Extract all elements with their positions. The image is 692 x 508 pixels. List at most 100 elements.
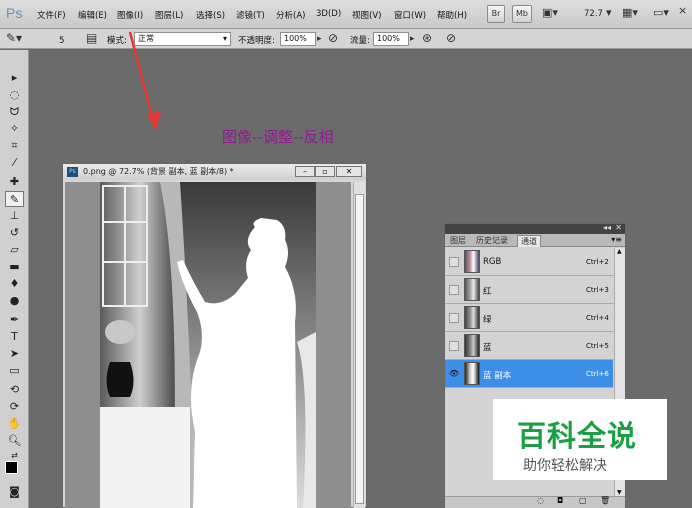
pen-tool-icon[interactable]: ✒ xyxy=(5,312,24,328)
flow-arrow-icon[interactable]: ▸ xyxy=(410,34,415,44)
menu-edit[interactable]: 编辑(E) xyxy=(78,9,107,21)
new-channel-icon[interactable]: ▢ xyxy=(579,496,587,505)
close-icon[interactable]: × xyxy=(678,4,687,17)
history-brush-tool-icon[interactable]: ↺ xyxy=(5,225,24,241)
menu-file[interactable]: 文件(F) xyxy=(37,9,66,21)
pressure-size-icon[interactable]: ⊘ xyxy=(446,31,456,45)
eye-icon[interactable]: 👁︎ xyxy=(449,369,459,379)
channel-name: RGB xyxy=(483,257,502,267)
maximize-button[interactable]: ▫ xyxy=(315,166,335,177)
pressure-opacity-icon[interactable]: ⊘ xyxy=(328,31,338,45)
visibility-toggle[interactable] xyxy=(449,285,459,295)
channel-thumbnail xyxy=(464,278,480,301)
tools-panel: ▸ ◌ ᗢ ✧ ⌗ ⁄ ✚ ✎ ⊥ ↺ ▱ ▬ ♦ ● ✒ T ➤ ▭ ⟲ ⟳ … xyxy=(0,50,29,508)
load-selection-icon[interactable]: ◌ xyxy=(537,496,544,505)
foreground-color-swatch[interactable] xyxy=(5,461,18,474)
arrange-documents-icon[interactable]: ▦▾ xyxy=(622,6,638,19)
minimize-button[interactable]: – xyxy=(295,166,315,177)
menu-3d[interactable]: 3D(D) xyxy=(316,9,341,19)
canvas-area[interactable] xyxy=(65,182,351,508)
quick-select-tool-icon[interactable]: ✧ xyxy=(5,121,24,137)
channel-row[interactable]: 绿 Ctrl+4 xyxy=(445,304,613,332)
screen-mode-icon[interactable]: ▭▾ xyxy=(653,6,669,19)
quick-mask-icon[interactable]: ◙ xyxy=(5,484,24,500)
blur-tool-icon[interactable]: ♦ xyxy=(5,276,24,292)
opacity-field[interactable]: 100% xyxy=(280,32,316,46)
menu-analysis[interactable]: 分析(A) xyxy=(276,9,305,21)
vertical-scrollbar[interactable] xyxy=(353,182,365,508)
channel-row[interactable]: 蓝 Ctrl+5 xyxy=(445,332,613,360)
flow-label: 流量: xyxy=(350,36,370,46)
menu-image[interactable]: 图像(I) xyxy=(117,9,143,21)
flow-field[interactable]: 100% xyxy=(373,32,409,46)
ps-logo: Ps xyxy=(6,5,23,21)
panel-tabs: 图层 历史记录 通道 ▾≡ xyxy=(445,234,625,247)
menu-help[interactable]: 帮助(H) xyxy=(437,9,467,21)
gradient-tool-icon[interactable]: ▬ xyxy=(5,259,24,275)
shape-tool-icon[interactable]: ▭ xyxy=(5,363,24,379)
tab-layers[interactable]: 图层 xyxy=(447,235,469,247)
document-title: 0.png @ 72.7% (背景 副本, 蓝 副本/8) * xyxy=(83,167,234,176)
delete-channel-icon[interactable]: 🗑︎ xyxy=(600,496,610,505)
watermark-subtitle: 助你轻松解决 xyxy=(523,458,607,474)
ps-doc-icon: Ps xyxy=(67,167,78,177)
panel-header[interactable]: ◂◂ ✕ xyxy=(445,223,625,234)
brush-preset-icon[interactable]: ✎▾ xyxy=(6,31,22,45)
channel-row[interactable]: 红 Ctrl+3 xyxy=(445,276,613,304)
hand-tool-icon[interactable]: ✋ xyxy=(5,416,24,432)
visibility-toggle[interactable] xyxy=(449,313,459,323)
visibility-toggle[interactable] xyxy=(449,341,459,351)
move-tool-icon[interactable]: ▸ xyxy=(5,70,24,86)
opacity-label: 不透明度: xyxy=(238,36,275,46)
save-selection-icon[interactable]: ◘ xyxy=(557,496,563,505)
panel-menu-icon[interactable]: ▾≡ xyxy=(611,235,622,244)
view-extras-icon[interactable]: ▣▾ xyxy=(542,6,558,19)
visibility-toggle[interactable] xyxy=(449,257,459,267)
airbrush-icon[interactable]: ⊛ xyxy=(422,31,432,45)
brush-size[interactable]: 5 xyxy=(59,36,64,46)
menu-select[interactable]: 选择(S) xyxy=(196,9,225,21)
menu-layer[interactable]: 图层(L) xyxy=(155,9,183,21)
menu-view[interactable]: 视图(V) xyxy=(352,9,381,21)
tab-channels[interactable]: 通道 xyxy=(517,235,541,247)
scroll-up-icon[interactable]: ▲ xyxy=(617,248,622,255)
menu-bar: Ps 文件(F) 编辑(E) 图像(I) 图层(L) 选择(S) 滤镜(T) 分… xyxy=(0,0,692,29)
menu-filter[interactable]: 滤镜(T) xyxy=(236,9,265,21)
dodge-tool-icon[interactable]: ● xyxy=(5,293,24,309)
channel-name: 绿 xyxy=(483,315,492,325)
opacity-arrow-icon[interactable]: ▸ xyxy=(317,34,322,44)
brush-tool-icon[interactable]: ✎ xyxy=(5,191,24,207)
path-select-tool-icon[interactable]: ➤ xyxy=(5,346,24,362)
channel-row[interactable]: 👁︎ 蓝 副本 Ctrl+6 xyxy=(445,360,613,388)
inverted-channel-image xyxy=(100,182,316,508)
marquee-tool-icon[interactable]: ◌ xyxy=(5,87,24,103)
arrange-icon[interactable]: ▾ xyxy=(606,6,612,19)
clone-stamp-tool-icon[interactable]: ⊥ xyxy=(5,208,24,224)
tab-history[interactable]: 历史记录 xyxy=(473,235,511,247)
channel-row[interactable]: RGB Ctrl+2 xyxy=(445,248,613,276)
options-bar: ✎▾ 5 ▤ 模式: 正常 ▾ 不透明度: 100% ▸ ⊘ 流量: 100% ▸… xyxy=(0,29,692,49)
panel-bottom-bar: ◌ ◘ ▢ 🗑︎ xyxy=(445,496,625,508)
brush-panel-icon[interactable]: ▤ xyxy=(86,31,97,45)
scrollbar-thumb[interactable] xyxy=(355,194,364,504)
mini-bridge-button[interactable]: Mb xyxy=(512,5,532,23)
close-panel-icon[interactable]: ✕ xyxy=(615,223,622,232)
channel-thumbnail xyxy=(464,306,480,329)
zoom-level[interactable]: 72.7 xyxy=(584,9,603,19)
healing-brush-tool-icon[interactable]: ✚ xyxy=(5,174,24,190)
crop-tool-icon[interactable]: ⌗ xyxy=(5,138,24,154)
lasso-tool-icon[interactable]: ᗢ xyxy=(5,104,24,120)
3d-rotate-tool-icon[interactable]: ⟲ xyxy=(5,382,24,398)
eraser-tool-icon[interactable]: ▱ xyxy=(5,242,24,258)
eyedropper-tool-icon[interactable]: ⁄ xyxy=(5,155,24,171)
type-tool-icon[interactable]: T xyxy=(5,329,24,345)
collapse-panel-icon[interactable]: ◂◂ xyxy=(603,223,611,232)
menu-window[interactable]: 窗口(W) xyxy=(394,9,426,21)
3d-orbit-tool-icon[interactable]: ⟳ xyxy=(5,399,24,415)
zoom-tool-icon[interactable]: 🔍︎ xyxy=(5,433,24,449)
bridge-button[interactable]: Br xyxy=(487,5,505,23)
close-button[interactable]: ✕ xyxy=(336,166,362,177)
channel-name: 红 xyxy=(483,287,492,297)
chevron-down-icon: ▾ xyxy=(222,34,227,43)
scroll-down-icon[interactable]: ▼ xyxy=(617,489,622,496)
